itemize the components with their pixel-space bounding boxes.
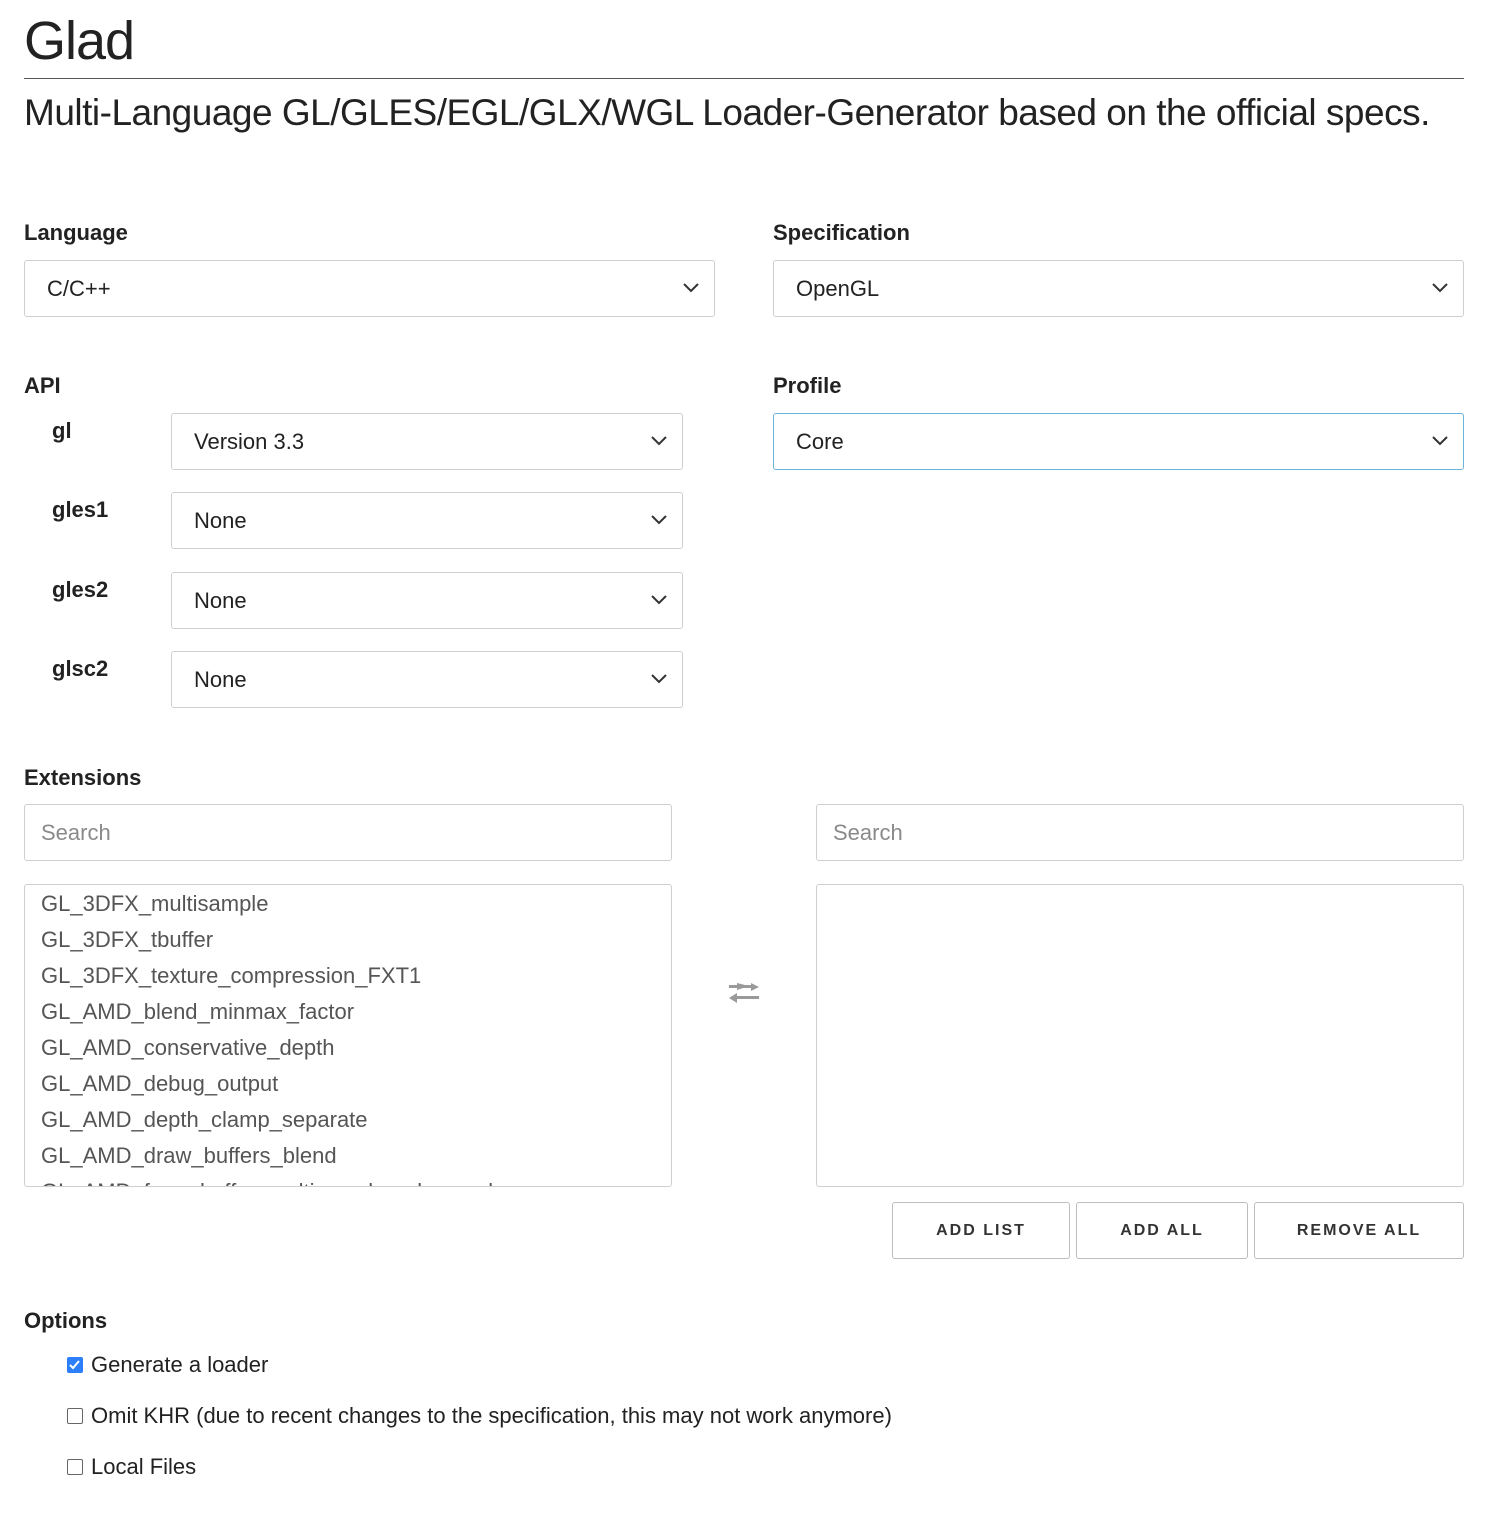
api-glsc2-label: glsc2 (52, 656, 109, 681)
specification-select[interactable]: OpenGL (773, 260, 1464, 317)
list-item[interactable]: GL_AMD_draw_buffers_blend (25, 1138, 671, 1174)
api-gles2-select[interactable]: None (171, 572, 683, 629)
remove-all-button[interactable]: REMOVE ALL (1254, 1202, 1464, 1259)
language-select[interactable]: C/C++ (24, 260, 715, 317)
chevron-down-icon (1432, 435, 1448, 445)
option-omit-khr[interactable]: Omit KHR (due to recent changes to the s… (67, 1403, 892, 1429)
generate-loader-checkbox[interactable] (67, 1357, 83, 1373)
api-gles1-value: None (194, 507, 247, 533)
api-gles2-value: None (194, 587, 247, 613)
profile-label: Profile (773, 373, 842, 398)
extensions-label: Extensions (24, 765, 142, 790)
add-all-button[interactable]: ADD ALL (1076, 1202, 1248, 1259)
selected-extensions-search-input[interactable] (816, 804, 1464, 861)
swap-arrows-icon[interactable] (725, 980, 763, 1010)
api-glsc2-value: None (194, 666, 247, 692)
option-local-files[interactable]: Local Files (67, 1454, 196, 1480)
page-subtitle: Multi-Language GL/GLES/EGL/GLX/WGL Loade… (24, 92, 1430, 133)
api-label: API (24, 373, 61, 398)
omit-khr-checkbox[interactable] (67, 1408, 83, 1424)
list-item[interactable]: GL_AMD_blend_minmax_factor (25, 994, 671, 1030)
list-item[interactable]: GL_3DFX_tbuffer (25, 922, 671, 958)
chevron-down-icon (1432, 282, 1448, 292)
chevron-down-icon (651, 514, 667, 524)
title-divider (24, 78, 1464, 79)
specification-select-value: OpenGL (796, 275, 880, 301)
local-files-label: Local Files (91, 1454, 197, 1479)
chevron-down-icon (651, 435, 667, 445)
api-gl-value: Version 3.3 (194, 428, 305, 454)
option-generate-loader[interactable]: Generate a loader (67, 1352, 268, 1378)
list-item[interactable]: GL_AMD_debug_output (25, 1066, 671, 1102)
api-gles1-select[interactable]: None (171, 492, 683, 549)
chevron-down-icon (683, 282, 699, 292)
chevron-down-icon (651, 673, 667, 683)
api-gles1-label: gles1 (52, 497, 109, 522)
list-item[interactable]: GL_3DFX_texture_compression_FXT1 (25, 958, 671, 994)
selected-extensions-list[interactable] (816, 884, 1464, 1187)
specification-label: Specification (773, 220, 910, 245)
add-list-button[interactable]: ADD LIST (892, 1202, 1070, 1259)
list-item[interactable]: GL_AMD_depth_clamp_separate (25, 1102, 671, 1138)
language-select-value: C/C++ (47, 275, 111, 301)
chevron-down-icon (651, 594, 667, 604)
generate-loader-label: Generate a loader (91, 1352, 269, 1377)
api-glsc2-select[interactable]: None (171, 651, 683, 708)
profile-select[interactable]: Core (773, 413, 1464, 470)
check-icon (69, 1360, 80, 1370)
list-item[interactable]: GL_3DFX_multisample (25, 886, 671, 922)
api-gles2-label: gles2 (52, 577, 109, 602)
page-title: Glad (24, 11, 135, 71)
api-gl-select[interactable]: Version 3.3 (171, 413, 683, 470)
available-extensions-list[interactable]: GL_3DFX_multisample GL_3DFX_tbuffer GL_3… (24, 884, 672, 1187)
list-item[interactable]: GL_AMD_framebuffer_multisample_advanced (25, 1174, 671, 1186)
available-extensions-search-input[interactable] (24, 804, 672, 861)
omit-khr-label: Omit KHR (due to recent changes to the s… (91, 1403, 892, 1428)
language-label: Language (24, 220, 128, 245)
list-item[interactable]: GL_AMD_conservative_depth (25, 1030, 671, 1066)
local-files-checkbox[interactable] (67, 1459, 83, 1475)
api-gl-label: gl (52, 418, 72, 443)
options-label: Options (24, 1308, 108, 1333)
profile-select-value: Core (796, 428, 844, 454)
